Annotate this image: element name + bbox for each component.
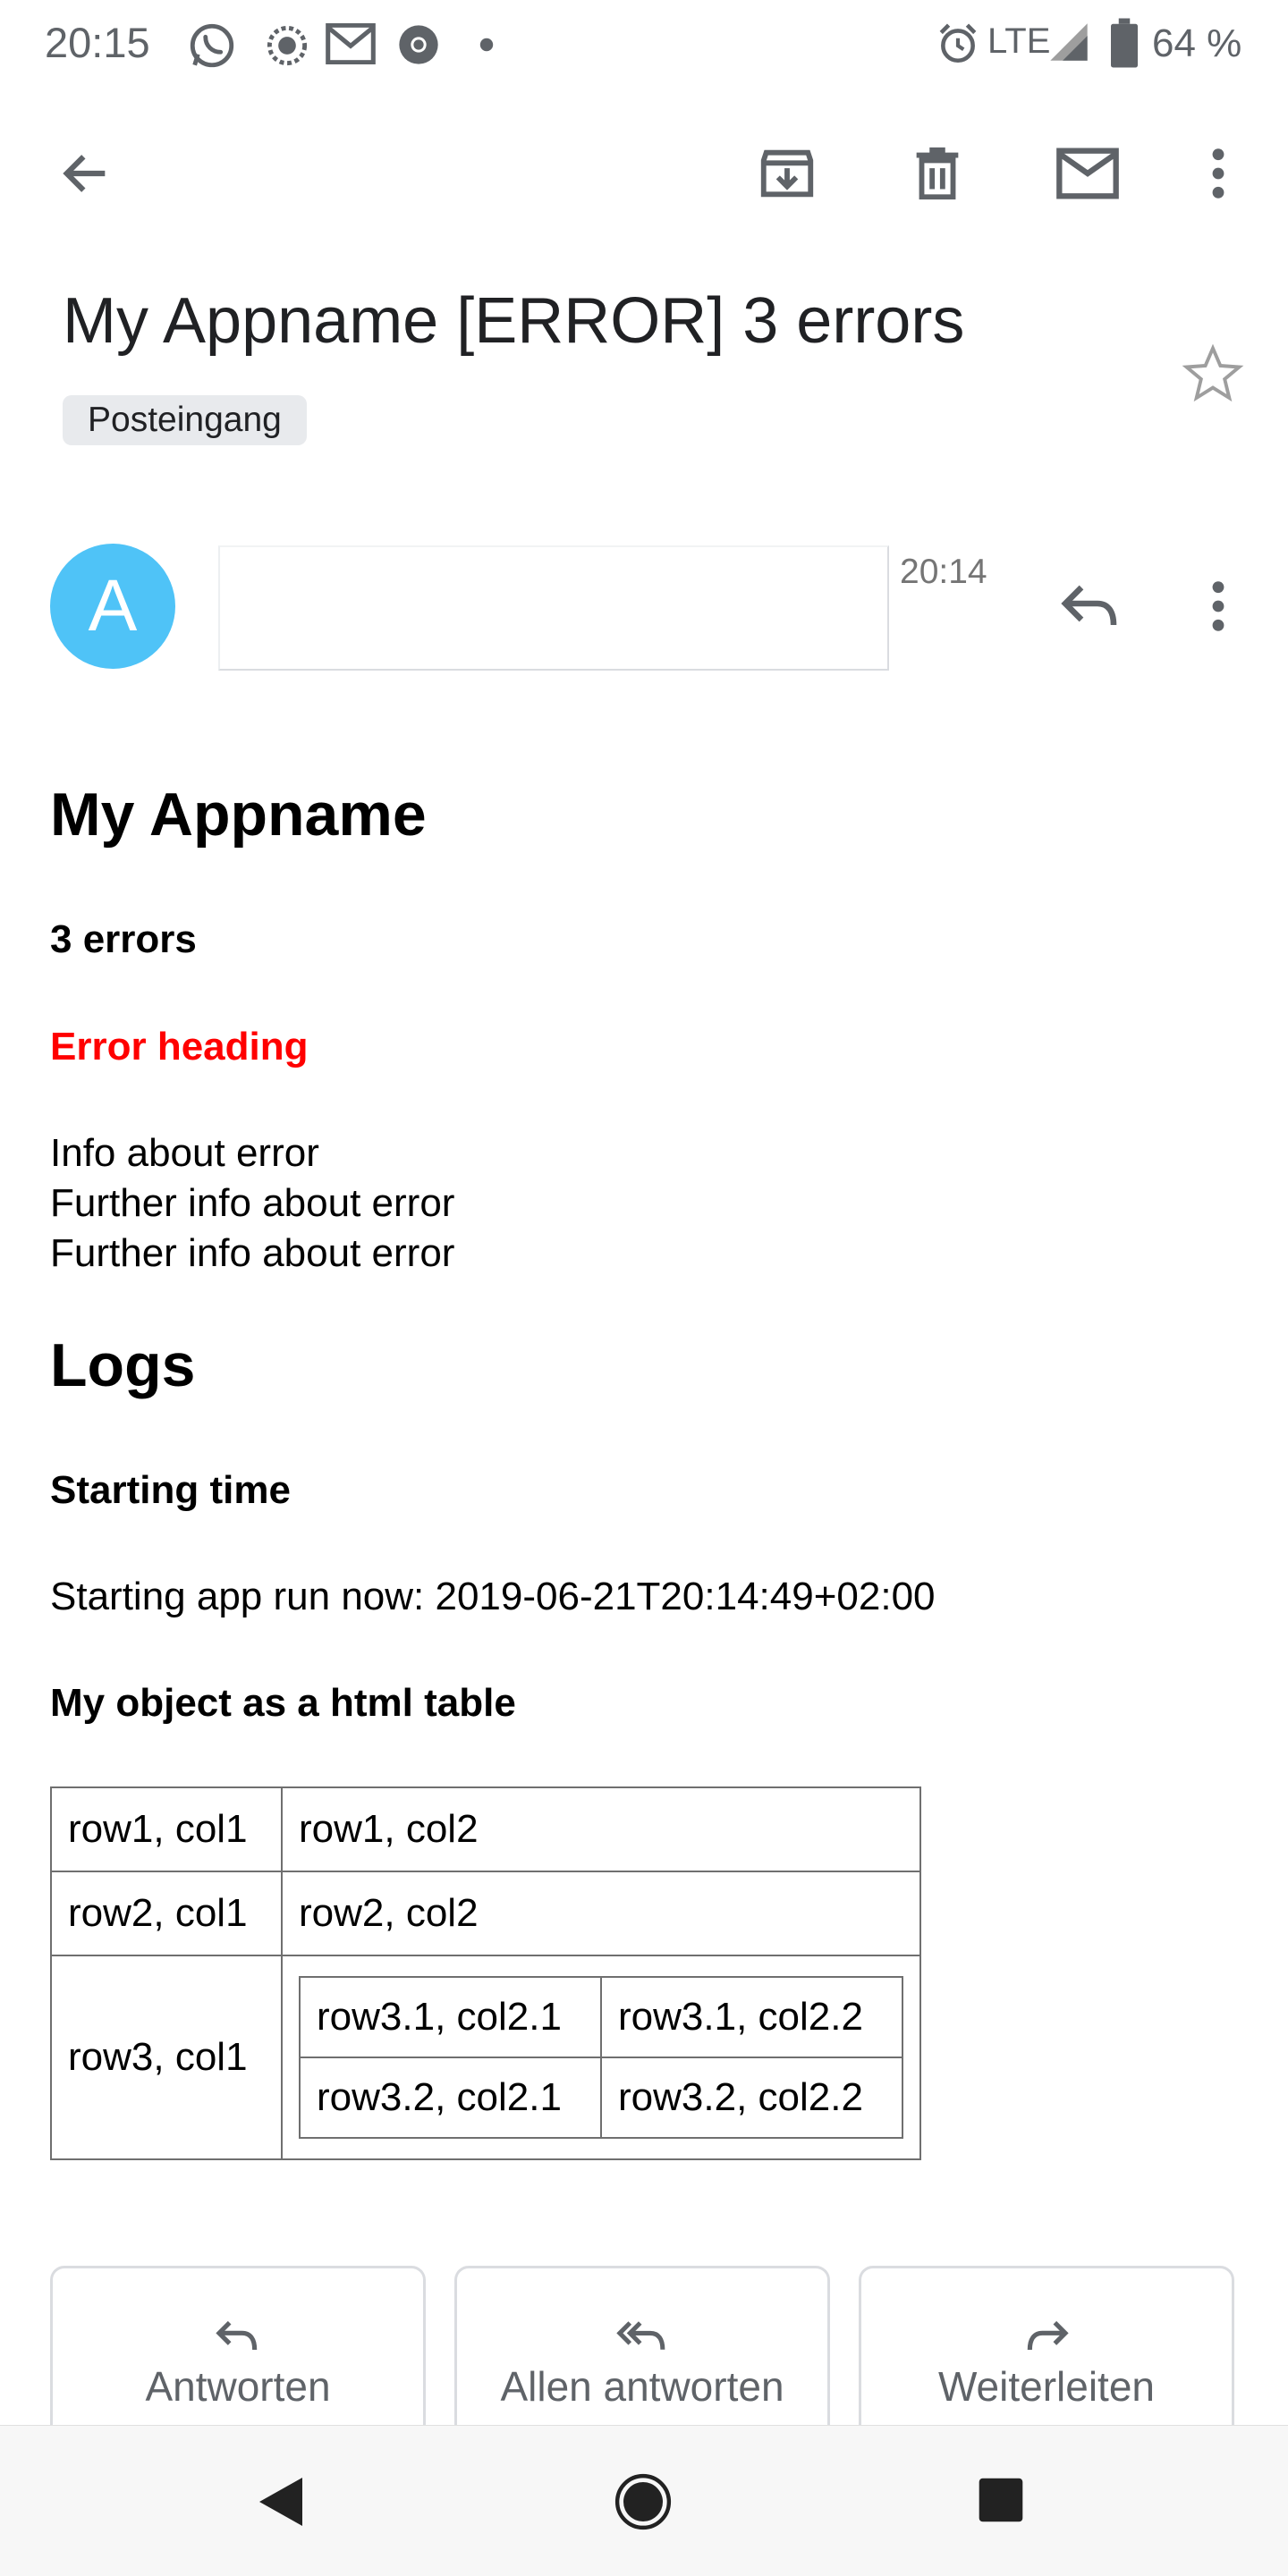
delete-button[interactable] (900, 136, 975, 211)
table-cell: row1, col1 (50, 1786, 283, 1872)
mark-unread-icon (1056, 148, 1119, 199)
reply-icon-button[interactable] (1052, 569, 1127, 644)
reply-label: Antworten (145, 2363, 331, 2410)
archive-icon (760, 149, 814, 198)
error-heading: Error heading (50, 1025, 309, 1068)
lion-app-icon (267, 25, 308, 66)
table-row: row3, col1 row3.1, col2.1 row3.1, col2.2… (50, 1955, 921, 2160)
forward-label: Weiterleiten (937, 2363, 1156, 2410)
table-cell: row3, col1 (50, 1955, 283, 2160)
table-row: row1, col1 row1, col2 (50, 1786, 921, 1872)
nav-home-button[interactable] (614, 2472, 673, 2536)
inbox-label-chip[interactable]: Posteingang (63, 395, 307, 445)
nav-recents-button[interactable] (977, 2476, 1025, 2529)
email-time: 20:14 (900, 553, 987, 591)
table-row: row3.1, col2.1 row3.1, col2.2 (299, 1976, 903, 2058)
nested-table-cell: row3.1, col2.1 row3.1, col2.2 row3.2, co… (281, 1955, 921, 2160)
table-cell: row3.2, col2.2 (600, 2057, 903, 2139)
nav-home-icon (614, 2473, 672, 2530)
table-row: row3.2, col2.1 row3.2, col2.2 (299, 2057, 903, 2139)
error-line: Further info about error (50, 1231, 455, 1275)
reply-all-label: Allen antworten (500, 2363, 784, 2410)
back-button[interactable] (48, 136, 123, 211)
sender-details-box[interactable] (218, 545, 889, 671)
more-options-button[interactable] (1181, 136, 1256, 211)
battery-icon (1111, 18, 1138, 68)
network-type: LTE (987, 21, 1051, 61)
logs-title: Logs (50, 1331, 196, 1399)
reply-icon (1061, 585, 1117, 626)
dot-icon (479, 38, 494, 52)
mark-unread-button[interactable] (1050, 136, 1125, 211)
starting-time-heading: Starting time (50, 1468, 291, 1512)
star-button[interactable] (1175, 336, 1250, 411)
error-line: Info about error (50, 1131, 319, 1175)
object-table: row1, col1 row1, col2 row2, col1 row2, c… (50, 1786, 921, 2160)
nested-table: row3.1, col2.1 row3.1, col2.2 row3.2, co… (299, 1976, 903, 2139)
table-cell: row1, col2 (281, 1786, 921, 1872)
forward-icon (1027, 2320, 1069, 2351)
more-vert-icon (1212, 581, 1224, 631)
sender-avatar[interactable]: A (50, 544, 175, 669)
message-more-button[interactable] (1181, 569, 1256, 644)
back-arrow-icon (63, 155, 106, 192)
table-cell: row3.2, col2.1 (299, 2057, 602, 2139)
starting-line: Starting app run now: 2019-06-21T20:14:4… (50, 1575, 936, 1618)
battery-percent: 64 % (1152, 21, 1242, 65)
error-info-block: Info about error Further info about erro… (50, 1128, 454, 1279)
delete-icon (916, 147, 959, 200)
star-icon (1182, 343, 1244, 402)
email-subject: My Appname [ERROR] 3 errors (63, 285, 965, 357)
body-title: My Appname (50, 781, 427, 849)
table-cell: row2, col1 (50, 1871, 283, 1956)
nav-back-button[interactable] (254, 2474, 308, 2534)
table-cell: row3.1, col2.2 (600, 1976, 903, 2058)
gmail-icon (326, 23, 376, 64)
archive-button[interactable] (750, 136, 825, 211)
error-line: Further info about error (50, 1181, 455, 1225)
status-time: 20:15 (45, 19, 150, 66)
system-navigation-bar (0, 2425, 1288, 2576)
nav-back-icon (259, 2478, 302, 2526)
table-cell: row3.1, col2.1 (299, 1976, 602, 2058)
table-cell: row2, col2 (281, 1871, 921, 1956)
nav-recents-icon (979, 2478, 1023, 2522)
table-row: row2, col1 row2, col2 (50, 1871, 921, 1956)
reply-all-icon (616, 2321, 665, 2350)
reply-icon (216, 2320, 258, 2351)
alarm-icon (939, 23, 977, 63)
table-heading: My object as a html table (50, 1681, 516, 1725)
signal-icon (1050, 23, 1088, 61)
error-count-heading: 3 errors (50, 917, 197, 961)
whatsapp-icon (190, 23, 234, 68)
chrome-icon (399, 25, 438, 64)
more-vert-icon (1212, 148, 1224, 198)
